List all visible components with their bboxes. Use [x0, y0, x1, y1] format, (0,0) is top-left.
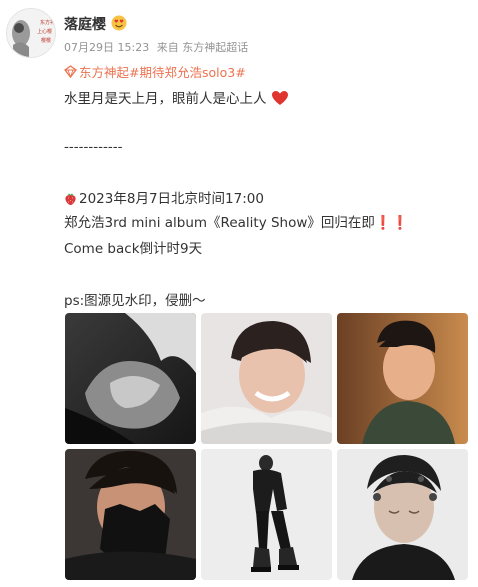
- red-heart-icon: [271, 91, 288, 105]
- album-text: 郑允浩3rd mini album《Reality Show》回归在即: [64, 215, 375, 231]
- exclamation-icons: ❗❗: [374, 215, 409, 231]
- post-source[interactable]: 来自 东方神起超话: [157, 41, 249, 54]
- album-line: 郑允浩3rd mini album《Reality Show》回归在即❗❗: [64, 211, 409, 231]
- photo-6-image: [337, 449, 468, 580]
- post-date[interactable]: 07月29日 15:23: [64, 41, 149, 54]
- photo-2[interactable]: [201, 313, 332, 444]
- topic-tag[interactable]: 东方神起#期待郑允浩solo3#: [64, 62, 246, 81]
- photo-4-image: [65, 449, 196, 580]
- photo-5-image: [201, 449, 332, 580]
- post-meta: 07月29日 15:23 来自 东方神起超话: [64, 39, 252, 55]
- date-text: 2023年8月7日北京时间17:00: [79, 191, 264, 207]
- heart-eyes-face-icon: [111, 15, 127, 31]
- photo-1[interactable]: [65, 313, 196, 444]
- supertopic-diamond-icon: [64, 65, 77, 78]
- date-line: 2023年8月7日北京时间17:00: [64, 187, 264, 207]
- strawberry-icon: [65, 193, 76, 205]
- photo-5[interactable]: [201, 449, 332, 580]
- post-text: 水里月是天上月，眼前人是心上人: [64, 91, 267, 107]
- svg-text:上心樱: 上心樱: [37, 28, 52, 35]
- photo-6[interactable]: [337, 449, 468, 580]
- svg-text:东方神起: 东方神起: [40, 19, 56, 26]
- post-text-line: 水里月是天上月，眼前人是心上人: [64, 87, 291, 107]
- photo-3[interactable]: [337, 313, 468, 444]
- photo-1-image: [65, 313, 196, 444]
- username[interactable]: 落庭樱: [64, 14, 106, 34]
- topic-tag-label[interactable]: 东方神起#期待郑允浩solo3#: [79, 62, 246, 81]
- avatar[interactable]: 东方神起 上心樱 樱樱: [6, 8, 56, 58]
- photo-2-image: [201, 313, 332, 444]
- separator: ------------: [64, 139, 123, 155]
- photo-4[interactable]: [65, 449, 196, 580]
- countdown-line: Come back倒计时9天: [64, 241, 203, 257]
- avatar-image: 东方神起 上心樱 樱樱: [7, 9, 56, 57]
- ps-line: ps:图源见水印，侵删～: [64, 293, 206, 309]
- photo-3-image: [337, 313, 468, 444]
- svg-text:樱樱: 樱樱: [41, 37, 51, 44]
